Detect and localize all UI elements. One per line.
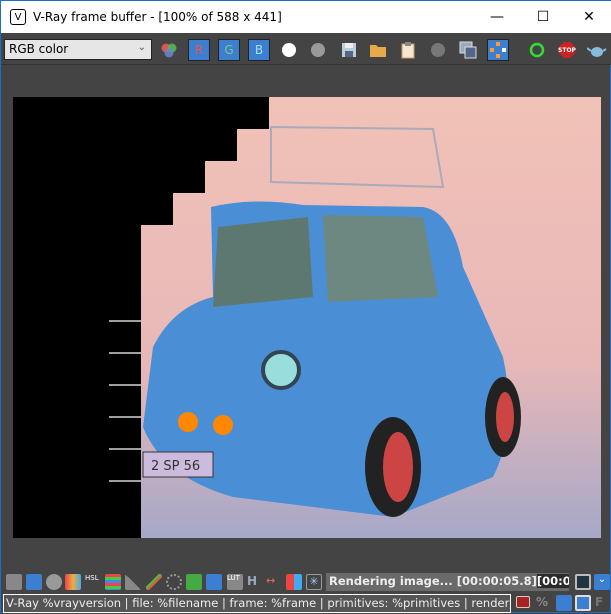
interactive-render-icon[interactable] [526, 39, 548, 61]
render-status: Rendering image... [00:00:05.8][00:00:08… [326, 573, 569, 591]
layers-icon[interactable] [26, 574, 42, 590]
percent-button[interactable]: % [536, 595, 552, 611]
lens-effects-icon[interactable]: ✳ [306, 574, 322, 590]
license-plate: 2 SP 56 [151, 459, 200, 474]
compare-icon[interactable]: ↔ [266, 574, 282, 590]
maximize-button[interactable]: ☐ [520, 1, 566, 33]
estimated-time: [00:00:08.0 est] [536, 574, 569, 588]
stop-button[interactable]: STOP [556, 39, 578, 61]
hsl-icon[interactable]: HSL [85, 574, 101, 590]
blue-channel-button[interactable]: B [248, 39, 270, 61]
levels-icon[interactable] [146, 574, 162, 590]
green-channel-button[interactable]: G [218, 39, 240, 61]
stamp-frame-icon[interactable] [575, 595, 591, 611]
history-icon[interactable] [6, 574, 22, 590]
channel-select[interactable]: RGB color ⌄ [4, 39, 152, 60]
red-channel-button[interactable]: R [188, 39, 210, 61]
clear-icon[interactable] [427, 39, 449, 61]
teapot-icon[interactable] [586, 39, 608, 61]
mono-icon[interactable] [307, 39, 329, 61]
rendered-image: 2 SP 56 [13, 97, 601, 538]
minimize-button[interactable]: — [474, 1, 520, 33]
channels-icon[interactable] [158, 39, 180, 61]
save-icon[interactable] [338, 39, 360, 61]
render-view[interactable]: 2 SP 56 [13, 97, 601, 538]
toolbar: RGB color ⌄ R G B STOP [1, 33, 611, 65]
color-correction-icon[interactable] [65, 574, 81, 590]
exposure-icon[interactable] [166, 574, 182, 590]
region-render-icon[interactable] [487, 39, 509, 61]
panel-toggle-icon[interactable] [575, 574, 591, 590]
stop-label: STOP [558, 46, 576, 54]
h-icon[interactable]: H [247, 574, 263, 590]
stamp-toggle-icon[interactable] [516, 596, 530, 608]
close-button[interactable]: ✕ [566, 1, 611, 33]
histogram-icon[interactable] [125, 574, 141, 590]
channel-select-value: RGB color [9, 42, 69, 56]
stamp-bar: V-Ray %vrayversion | file: %filename | f… [1, 593, 611, 614]
clipboard-icon[interactable] [397, 39, 419, 61]
curve-icon[interactable] [206, 574, 222, 590]
duplicate-icon[interactable] [457, 39, 479, 61]
bottom-toolbar: HSL LUT H ↔ ✳ Rendering image... [00:00:… [1, 571, 611, 593]
elapsed-time: [00:00:05.8] [456, 574, 537, 588]
background-image-icon[interactable] [186, 574, 202, 590]
vray-logo-icon: V [10, 9, 26, 25]
curves-bars-icon[interactable] [105, 574, 121, 590]
white-alpha-icon[interactable] [278, 39, 300, 61]
font-button[interactable]: F [595, 595, 611, 611]
stamp-text-input[interactable]: V-Ray %vrayversion | file: %filename | f… [3, 594, 511, 613]
align-text-icon[interactable] [556, 595, 572, 611]
status-text: Rendering image... [329, 574, 453, 588]
title-bar: V V-Ray frame buffer - [100% of 588 x 44… [1, 1, 611, 33]
open-folder-icon[interactable] [367, 39, 389, 61]
window-title: V-Ray frame buffer - [100% of 588 x 441] [33, 10, 282, 24]
expand-icon[interactable]: ⌄ [594, 574, 610, 590]
ab-compare-icon[interactable] [286, 574, 302, 590]
info-icon[interactable] [46, 574, 62, 590]
chevron-down-icon: ⌄ [137, 42, 146, 53]
lut-icon[interactable]: LUT [227, 574, 243, 590]
